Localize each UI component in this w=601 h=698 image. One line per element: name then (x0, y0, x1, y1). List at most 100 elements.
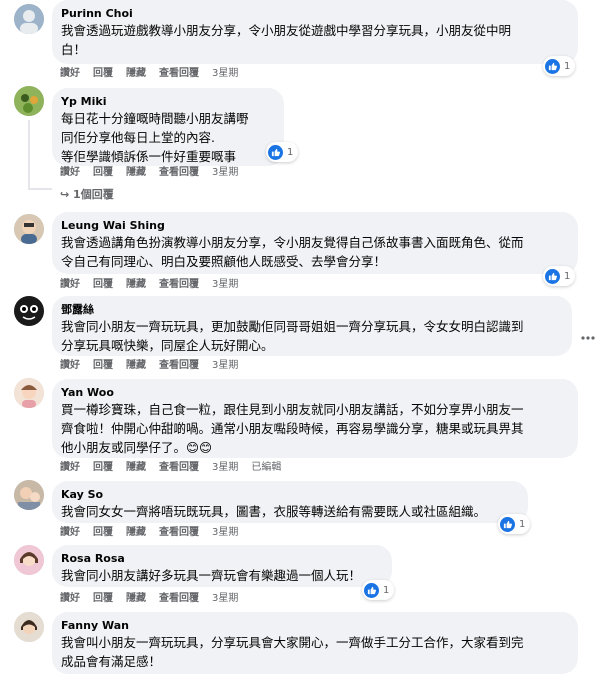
like-button[interactable]: 讚好 (60, 461, 80, 475)
comment-line: 我會叫小朋友一齊玩玩具，分享玩具會大家開心，一齊做手工分工合作，大家看到完 (61, 635, 524, 650)
commenter-name[interactable]: Fanny Wan (61, 618, 566, 633)
comment-bubble: Rosa Rosa 我會同小朋友講好多玩具一齊玩會有樂趣過一個人玩！ (52, 545, 392, 587)
comment-text: 我會同小朋友講好多玩具一齊玩會有樂趣過一個人玩！ (61, 566, 380, 585)
commenter-name[interactable]: Yan Woo (61, 385, 566, 400)
like-icon (268, 144, 283, 160)
reply-button[interactable]: 回覆 (93, 526, 113, 540)
avatar[interactable] (14, 612, 44, 642)
hide-button[interactable]: 隱藏 (126, 461, 146, 475)
comment-text: 我會同女女一齊將唔玩既玩具，圖書，衣服等轉送給有需要既人或社區組織。 (61, 502, 516, 521)
comment-line: 令自己有同理心、明白及要照顧他人既感受、去學會分享！ (61, 254, 387, 269)
hide-button[interactable]: 隱藏 (126, 526, 146, 540)
reply-button[interactable]: 回覆 (93, 278, 113, 292)
timestamp[interactable]: 3星期 (212, 278, 238, 292)
avatar[interactable] (14, 378, 44, 408)
view-replies-button[interactable]: 查看回覆 (159, 166, 199, 180)
reaction-number: 1 (383, 584, 390, 596)
comment-line: 同佢分享他每日上堂的內容. (61, 130, 215, 145)
reaction-count[interactable]: 1 (498, 514, 531, 534)
timestamp[interactable]: 3星期 (212, 359, 238, 373)
comment-line: 白！ (61, 42, 87, 57)
like-button[interactable]: 讚好 (60, 166, 80, 180)
hide-button[interactable]: 隱藏 (126, 278, 146, 292)
avatar[interactable] (14, 4, 44, 34)
comment-bubble: Kay So 我會同女女一齊將唔玩既玩具，圖書，衣服等轉送給有需要既人或社區組織… (52, 481, 528, 523)
view-replies-button[interactable]: 查看回覆 (159, 526, 199, 540)
like-button[interactable]: 讚好 (60, 526, 80, 540)
comment-bubble: Purinn Choi 我會透過玩遊戲教導小朋友分享，令小朋友從遊戲中學習分享玩… (52, 0, 578, 64)
like-icon (364, 582, 379, 598)
commenter-name[interactable]: Kay So (61, 487, 516, 502)
reply-arrow-icon: ↪ (60, 188, 74, 201)
view-replies-button[interactable]: 查看回覆 (159, 67, 199, 81)
hide-button[interactable]: 隱藏 (126, 592, 146, 606)
reply-button[interactable]: 回覆 (93, 592, 113, 606)
reaction-number: 1 (564, 270, 571, 282)
comment-actions: 讚好 回覆 隱藏 查看回覆 3星期 (60, 67, 251, 81)
comment-line: 等佢學識傾訴係一件好重要嘅事 (61, 149, 237, 164)
commenter-name[interactable]: Rosa Rosa (61, 551, 380, 566)
comment-bubble: Yan Woo 買一樽珍寶珠，自己食一粒，跟住見到小朋友就同小朋友講話，不如分享… (52, 379, 578, 458)
comment-line: 分享玩具嘅快樂，同屋企人玩好開心。 (61, 338, 274, 353)
comment-actions: 讚好 回覆 隱藏 查看回覆 3星期 已編輯 (60, 461, 294, 475)
timestamp[interactable]: 3星期 (212, 166, 238, 180)
reaction-count[interactable]: 1 (543, 266, 576, 286)
reaction-number: 1 (519, 518, 526, 530)
timestamp[interactable]: 3星期 (212, 67, 238, 81)
view-replies-link[interactable]: ↪ 1個回覆 (60, 187, 114, 202)
comment-text: 我會透過講角色扮演教導小朋友分享，令小朋友覺得自己係故事書入面既角色、從而 令自… (61, 233, 566, 271)
like-button[interactable]: 讚好 (60, 592, 80, 606)
comment-line: 我會同小朋友講好多玩具一齊玩會有樂趣過一個人玩！ (61, 568, 362, 583)
comment-bubble: Yp Miki 每日花十分鐘嘅時間聽小朋友講嘢 同佢分享他每日上堂的內容. 等佢… (52, 88, 284, 166)
timestamp[interactable]: 3星期 (212, 592, 238, 606)
reaction-count[interactable]: 1 (362, 580, 395, 600)
like-icon (500, 516, 515, 532)
comment-text: 我會同小朋友一齊玩玩具，更加鼓勵佢同哥哥姐姐一齊分享玩具，令女女明白認識到 分享… (61, 317, 560, 355)
reply-button[interactable]: 回覆 (93, 166, 113, 180)
comment-bubble: Leung Wai Shing 我會透過講角色扮演教導小朋友分享，令小朋友覺得自… (52, 212, 578, 274)
avatar[interactable] (14, 545, 44, 575)
hide-button[interactable]: 隱藏 (126, 359, 146, 373)
view-replies-button[interactable]: 查看回覆 (159, 461, 199, 475)
reaction-count[interactable]: 1 (266, 142, 299, 162)
reply-button[interactable]: 回覆 (93, 461, 113, 475)
view-replies-button[interactable]: 查看回覆 (159, 359, 199, 373)
avatar[interactable] (14, 214, 44, 244)
commenter-name[interactable]: Leung Wai Shing (61, 218, 566, 233)
commenter-name[interactable]: Purinn Choi (61, 6, 566, 21)
comment-bubble: 鄧露絲 我會同小朋友一齊玩玩具，更加鼓勵佢同哥哥姐姐一齊分享玩具，令女女明白認識… (52, 296, 572, 356)
more-options-icon[interactable] (581, 325, 595, 340)
edited-label[interactable]: 已編輯 (251, 461, 281, 475)
timestamp[interactable]: 3星期 (212, 526, 238, 540)
view-replies-button[interactable]: 查看回覆 (159, 592, 199, 606)
comment-line: 每日花十分鐘嘅時間聽小朋友講嘢 (61, 111, 249, 126)
avatar[interactable] (14, 296, 44, 326)
comment-actions: 讚好 回覆 隱藏 查看回覆 3星期 (60, 526, 251, 540)
like-button[interactable]: 讚好 (60, 278, 80, 292)
commenter-name[interactable]: Yp Miki (61, 94, 272, 109)
thread-line (28, 120, 30, 190)
avatar[interactable] (14, 480, 44, 510)
view-replies-button[interactable]: 查看回覆 (159, 278, 199, 292)
timestamp[interactable]: 3星期 (212, 461, 238, 475)
comment-text: 買一樽珍寶珠，自己食一粒，跟住見到小朋友就同小朋友講話，不如分享畀小朋友一 齊食… (61, 400, 566, 457)
reply-button[interactable]: 回覆 (93, 67, 113, 81)
commenter-name[interactable]: 鄧露絲 (61, 302, 560, 317)
comment-actions: 讚好 回覆 隱藏 查看回覆 3星期 (60, 359, 251, 373)
like-button[interactable]: 讚好 (60, 359, 80, 373)
like-button[interactable]: 讚好 (60, 67, 80, 81)
comment-line: 買一樽珍寶珠，自己食一粒，跟住見到小朋友就同小朋友講話，不如分享畀小朋友一 (61, 402, 524, 417)
comment-actions: 讚好 回覆 隱藏 查看回覆 3星期 (60, 592, 251, 606)
hide-button[interactable]: 隱藏 (126, 67, 146, 81)
reaction-number: 1 (287, 146, 294, 158)
comment-line: 他小朋友或同學仔了。😊😊 (61, 440, 213, 455)
replies-count: 1個回覆 (73, 188, 114, 201)
hide-button[interactable]: 隱藏 (126, 166, 146, 180)
reply-button[interactable]: 回覆 (93, 359, 113, 373)
comment-bubble: Fanny Wan 我會叫小朋友一齊玩玩具，分享玩具會大家開心，一齊做手工分工合… (52, 612, 578, 674)
comment-line: 我會同女女一齊將唔玩既玩具，圖書，衣服等轉送給有需要既人或社區組織。 (61, 504, 487, 519)
like-icon (545, 268, 560, 284)
comment-line: 我會透過玩遊戲教導小朋友分享，令小朋友從遊戲中學習分享玩具，小朋友從中明 (61, 23, 512, 38)
avatar[interactable] (14, 86, 44, 116)
reaction-count[interactable]: 1 (543, 56, 576, 76)
